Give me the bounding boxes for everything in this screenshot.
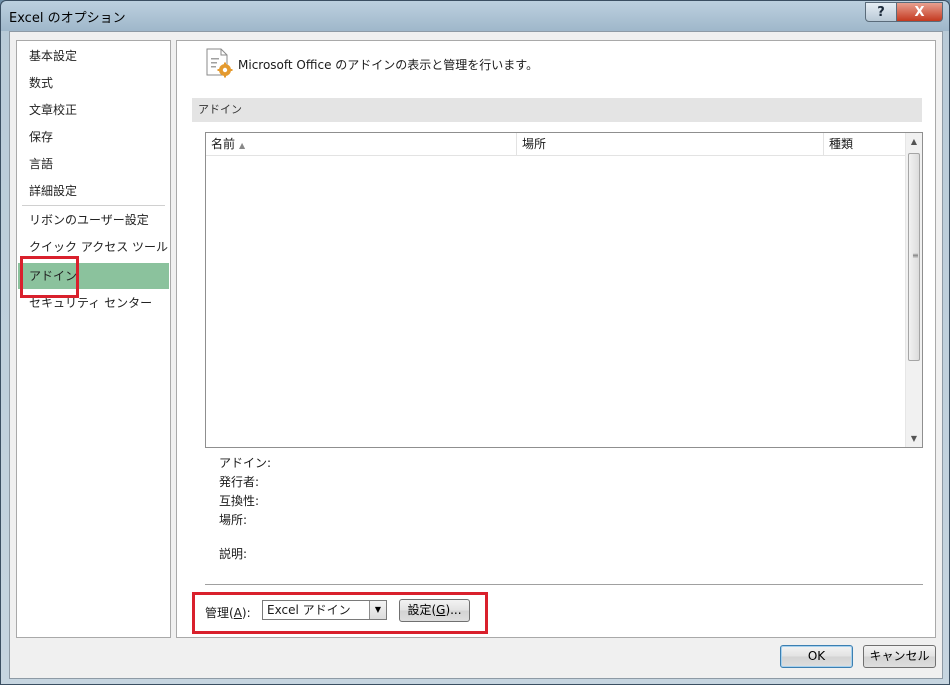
detail-publisher-label: 発行者: (219, 475, 260, 489)
section-title-addins: アドイン (192, 98, 922, 122)
sidebar-item-advanced[interactable]: 詳細設定 (18, 178, 169, 204)
detail-compat-label: 互換性: (219, 494, 260, 508)
column-header-type[interactable]: 種類 (824, 133, 905, 155)
close-icon: X (914, 4, 925, 20)
panel-divider (205, 584, 923, 586)
column-header-location[interactable]: 場所 (517, 133, 824, 155)
help-button[interactable]: ? (865, 2, 897, 22)
excel-options-dialog: Excel のオプション ? X 基本設定 数式 文章校正 保存 言語 詳細設定… (0, 0, 950, 685)
ok-button[interactable]: OK (780, 645, 853, 668)
cancel-button[interactable]: キャンセル (863, 645, 936, 668)
close-button[interactable]: X (897, 2, 943, 22)
scroll-up-icon[interactable]: ▲ (906, 133, 922, 150)
window-title: Excel のオプション (9, 11, 126, 26)
sidebar-item-save[interactable]: 保存 (18, 124, 169, 150)
vertical-scrollbar[interactable]: ▲ ≡ ▼ (905, 133, 922, 447)
scroll-thumb[interactable]: ≡ (908, 153, 920, 361)
detail-description-label: 説明: (219, 547, 248, 561)
panel-description: Microsoft Office のアドインの表示と管理を行います。 (238, 58, 539, 72)
detail-addin-label: アドイン: (219, 456, 272, 470)
sidebar-item-formulas[interactable]: 数式 (18, 70, 169, 96)
detail-location-label: 場所: (219, 513, 248, 527)
grip-icon: ≡ (912, 251, 919, 260)
addins-panel: Microsoft Office のアドインの表示と管理を行います。 アドイン … (176, 40, 936, 638)
help-icon: ? (877, 4, 885, 20)
sidebar-item-customize-ribbon[interactable]: リボンのユーザー設定 (18, 207, 169, 233)
sort-ascending-icon: ▲ (239, 141, 246, 150)
sidebar-separator (22, 205, 165, 206)
dialog-client-area: 基本設定 数式 文章校正 保存 言語 詳細設定 リボンのユーザー設定 クイック … (9, 31, 943, 679)
sidebar-item-general[interactable]: 基本設定 (18, 43, 169, 69)
highlight-box-addins (20, 256, 79, 298)
sidebar-item-language[interactable]: 言語 (18, 151, 169, 177)
header-divider (206, 155, 905, 156)
sidebar-item-proofing[interactable]: 文章校正 (18, 97, 169, 123)
options-sidebar: 基本設定 数式 文章校正 保存 言語 詳細設定 リボンのユーザー設定 クイック … (16, 40, 171, 638)
highlight-box-manage (192, 592, 488, 634)
scroll-down-icon[interactable]: ▼ (906, 430, 922, 447)
addins-list[interactable]: 名前 ▲ 場所 種類 ▲ ≡ ▼ (205, 132, 923, 448)
title-bar[interactable]: Excel のオプション ? X (1, 1, 949, 31)
column-header-name[interactable]: 名前 ▲ (206, 133, 517, 155)
addin-gear-icon (206, 48, 233, 78)
